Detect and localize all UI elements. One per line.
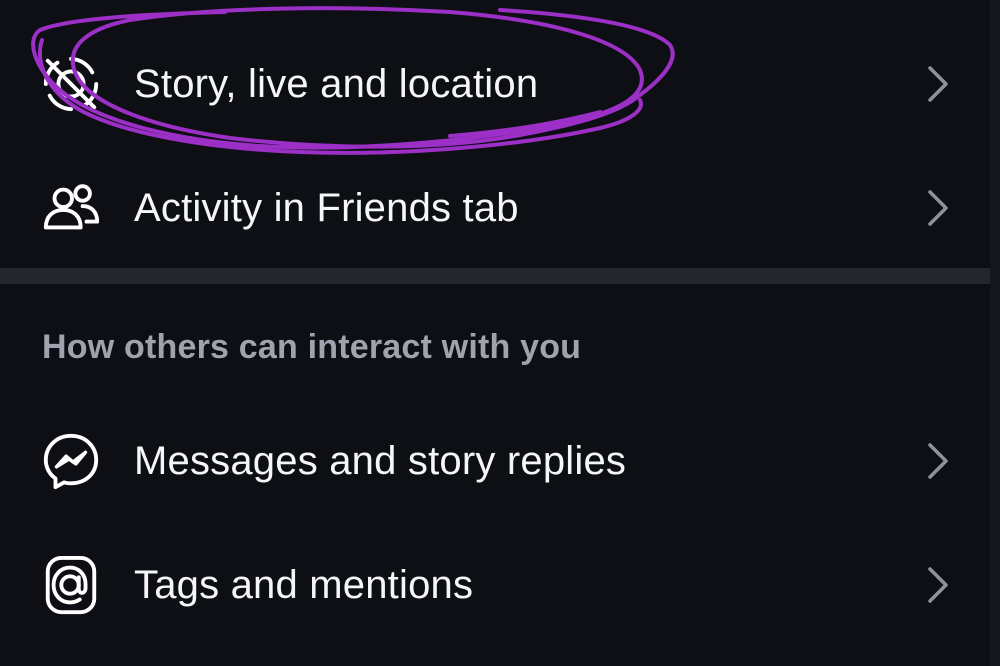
friends-icon [38,175,104,241]
at-sign-icon [38,552,104,618]
tags-mentions-label: Tags and mentions [134,563,474,607]
privacy-settings-screen: Story, live and location Activity in Fri… [0,0,990,666]
chevron-right-icon [920,186,956,230]
activity-friends-tab-row[interactable]: Activity in Friends tab [0,146,990,270]
section-header-interactions: How others can interact with you [42,328,582,366]
section-divider [0,268,1000,284]
messenger-icon [38,428,104,494]
story-location-off-icon [38,51,104,117]
chevron-right-icon [920,563,956,607]
chevron-right-icon [920,439,956,483]
activity-friends-tab-label: Activity in Friends tab [134,186,519,230]
tags-mentions-row[interactable]: Tags and mentions [0,523,990,647]
chevron-right-icon [920,62,956,106]
story-live-location-label: Story, live and location [134,62,539,106]
story-live-location-row[interactable]: Story, live and location [0,22,990,146]
messages-story-replies-label: Messages and story replies [134,439,627,483]
screen-edge [990,0,1000,666]
messages-story-replies-row[interactable]: Messages and story replies [0,399,990,523]
